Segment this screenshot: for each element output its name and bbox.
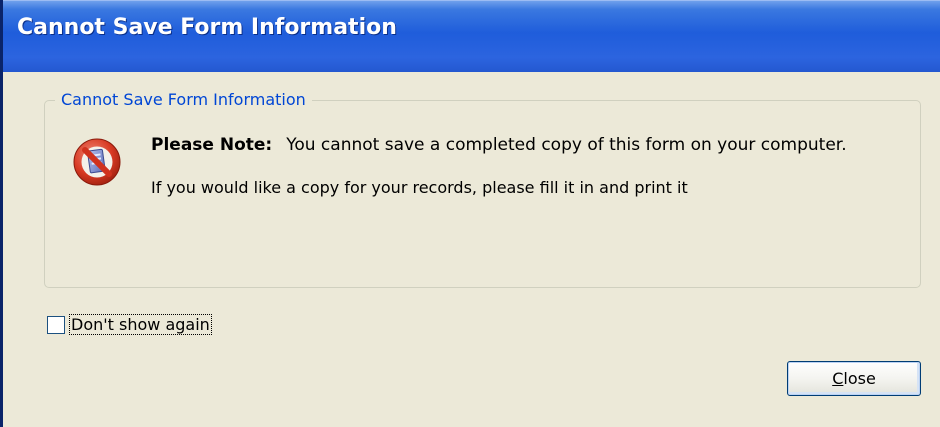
note-message: Please Note: You cannot save a completed … <box>151 135 847 155</box>
close-button-label: lose <box>843 369 876 388</box>
dont-show-again-label[interactable]: Don't show again <box>69 314 212 335</box>
note-label: Please Note: <box>151 135 273 155</box>
info-message: If you would like a copy for your record… <box>151 178 688 197</box>
no-entry-icon <box>72 137 122 187</box>
dont-show-again-row[interactable]: Don't show again <box>47 314 212 335</box>
note-text: You cannot save a completed copy of this… <box>286 135 847 155</box>
title-bar[interactable]: Cannot Save Form Information <box>3 0 940 72</box>
group-box-title: Cannot Save Form Information <box>55 90 312 109</box>
close-button-mnemonic: C <box>832 369 844 388</box>
dialog-window: Cannot Save Form Information Cannot Save… <box>0 0 940 427</box>
dialog-title: Cannot Save Form Information <box>17 15 397 40</box>
dont-show-again-checkbox[interactable] <box>47 315 65 334</box>
close-button[interactable]: Close <box>787 361 921 396</box>
